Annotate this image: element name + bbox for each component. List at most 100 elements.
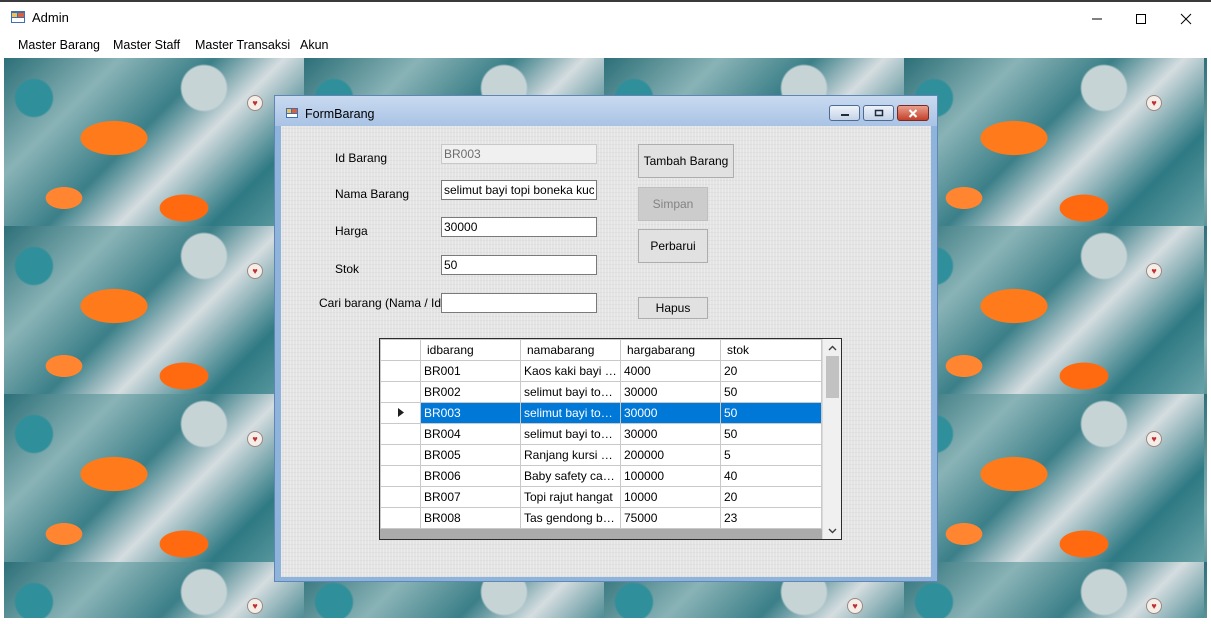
cell-idbarang[interactable]: BR004 [420,423,521,445]
table-row[interactable]: BR006 Baby safety car s... 100000 40 [380,465,822,487]
table-row[interactable]: BR002 selimut bayi topi b... 30000 50 [380,381,822,403]
cell-idbarang[interactable]: BR001 [420,360,521,382]
simpan-button[interactable]: Simpan [638,187,708,221]
cell-namabarang[interactable]: selimut bayi topi b... [520,381,621,403]
heart-icon: ♥ [247,263,263,279]
cell-stok[interactable]: 5 [720,444,822,466]
cell-hargabarang[interactable]: 75000 [620,507,721,529]
cell-idbarang[interactable]: BR003 [420,402,521,424]
menu-master-transaksi[interactable]: Master Transaksi [195,38,290,52]
cell-stok[interactable]: 50 [720,423,822,445]
cell-namabarang[interactable]: Tas gendong bay... [520,507,621,529]
row-header[interactable] [380,444,421,466]
table-row-selected[interactable]: BR003 selimut bayi topi b... 30000 50 [380,402,822,424]
app-icon [11,11,25,23]
grid-vertical-scrollbar[interactable] [822,339,841,539]
harga-field[interactable] [441,217,597,237]
search-input[interactable] [441,293,597,313]
row-header[interactable] [380,486,421,508]
close-button[interactable] [1163,4,1209,34]
chevron-up-icon [828,345,837,350]
menu-master-barang[interactable]: Master Barang [18,38,100,52]
cell-hargabarang[interactable]: 10000 [620,486,721,508]
cell-stok[interactable]: 20 [720,360,822,382]
form-title: FormBarang [305,107,375,121]
cell-namabarang[interactable]: Ranjang kursi bayi [520,444,621,466]
column-header-namabarang[interactable]: namabarang [520,339,621,361]
cell-stok[interactable]: 23 [720,507,822,529]
nama-barang-field[interactable] [441,180,597,200]
heart-icon: ♥ [1146,431,1162,447]
cell-hargabarang[interactable]: 30000 [620,381,721,403]
cell-idbarang[interactable]: BR002 [420,381,521,403]
row-header[interactable] [380,402,421,424]
cell-namabarang[interactable]: Kaos kaki bayi lucu [520,360,621,382]
stok-field[interactable] [441,255,597,275]
maximize-button[interactable] [1118,4,1164,34]
row-header[interactable] [380,360,421,382]
row-header[interactable] [380,465,421,487]
column-header-stok[interactable]: stok [720,339,822,361]
form-icon [286,108,298,118]
minimize-icon [840,114,849,116]
form-restore-button[interactable] [863,105,894,121]
minimize-button[interactable] [1074,4,1120,34]
heart-icon: ♥ [247,95,263,111]
window-title: Admin [32,10,69,25]
heart-icon: ♥ [247,431,263,447]
table-row[interactable]: BR005 Ranjang kursi bayi 200000 5 [380,444,822,466]
cell-namabarang[interactable]: Baby safety car s... [520,465,621,487]
cell-idbarang[interactable]: BR007 [420,486,521,508]
table-row[interactable]: BR008 Tas gendong bay... 75000 23 [380,507,822,529]
chevron-down-icon [828,528,837,533]
table-row[interactable]: BR007 Topi rajut hangat 10000 20 [380,486,822,508]
perbarui-button[interactable]: Perbarui [638,229,708,263]
scroll-thumb[interactable] [826,356,839,398]
form-minimize-button[interactable] [829,105,860,121]
row-header[interactable] [380,381,421,403]
table-header-row: idbarang namabarang hargabarang stok [380,339,822,361]
menu-bar: Master Barang Master Staff Master Transa… [0,33,1211,57]
scroll-up-button[interactable] [823,339,841,356]
row-header[interactable] [380,507,421,529]
tambah-barang-button[interactable]: Tambah Barang [638,144,734,178]
barang-data-grid[interactable]: idbarang namabarang hargabarang stok BR0… [379,338,842,540]
column-header-hargabarang[interactable]: hargabarang [620,339,721,361]
label-id-barang: Id Barang [335,151,388,165]
cell-hargabarang[interactable]: 30000 [620,402,721,424]
cell-namabarang[interactable]: Topi rajut hangat [520,486,621,508]
cell-stok[interactable]: 20 [720,486,822,508]
menu-akun[interactable]: Akun [300,38,329,52]
cell-namabarang[interactable]: selimut bayi topi b... [520,402,621,424]
cell-idbarang[interactable]: BR008 [420,507,521,529]
maximize-icon [1136,14,1146,24]
label-cari-barang: Cari barang (Nama / Id) [319,296,446,310]
cell-hargabarang[interactable]: 30000 [620,423,721,445]
label-harga: Harga [335,224,368,238]
minimize-icon [1092,18,1102,20]
cell-stok[interactable]: 50 [720,381,822,403]
hapus-button[interactable]: Hapus [638,297,708,319]
cell-idbarang[interactable]: BR005 [420,444,521,466]
barang-table: idbarang namabarang hargabarang stok BR0… [380,339,822,529]
heart-icon: ♥ [1146,263,1162,279]
row-header[interactable] [380,423,421,445]
id-barang-field[interactable] [441,144,597,164]
cell-stok[interactable]: 40 [720,465,822,487]
cell-hargabarang[interactable]: 4000 [620,360,721,382]
cell-hargabarang[interactable]: 100000 [620,465,721,487]
cell-hargabarang[interactable]: 200000 [620,444,721,466]
current-row-arrow-icon [397,408,404,417]
close-icon [1180,13,1192,25]
close-icon [908,108,918,118]
cell-namabarang[interactable]: selimut bayi topi b... [520,423,621,445]
menu-master-staff[interactable]: Master Staff [113,38,180,52]
scroll-down-button[interactable] [823,522,841,539]
form-close-button[interactable] [897,105,929,121]
table-row[interactable]: BR004 selimut bayi topi b... 30000 50 [380,423,822,445]
table-row[interactable]: BR001 Kaos kaki bayi lucu 4000 20 [380,360,822,382]
cell-idbarang[interactable]: BR006 [420,465,521,487]
column-header-idbarang[interactable]: idbarang [420,339,521,361]
form-barang-window: FormBarang Id Barang Nama Barang Harga S… [274,95,938,582]
cell-stok[interactable]: 50 [720,402,822,424]
